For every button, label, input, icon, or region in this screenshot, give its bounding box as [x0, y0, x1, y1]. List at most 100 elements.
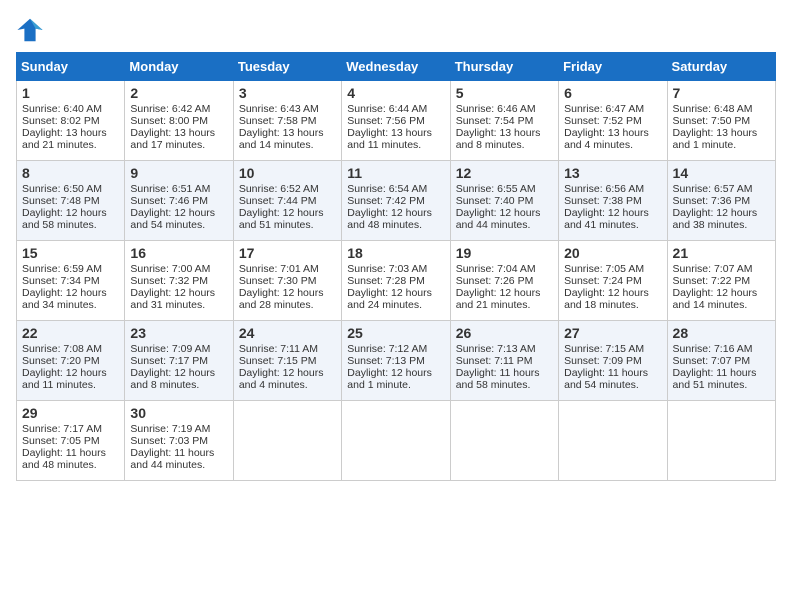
calendar-cell: 23Sunrise: 7:09 AMSunset: 7:17 PMDayligh…: [125, 321, 233, 401]
day-info-line: Sunset: 7:36 PM: [673, 195, 770, 207]
day-info-line: Daylight: 12 hours: [456, 207, 553, 219]
calendar-cell: 12Sunrise: 6:55 AMSunset: 7:40 PMDayligh…: [450, 161, 558, 241]
calendar-week-row: 22Sunrise: 7:08 AMSunset: 7:20 PMDayligh…: [17, 321, 776, 401]
day-info-line: Sunset: 7:46 PM: [130, 195, 227, 207]
day-info-line: and 14 minutes.: [239, 139, 336, 151]
calendar-cell: 18Sunrise: 7:03 AMSunset: 7:28 PMDayligh…: [342, 241, 450, 321]
day-info-line: and 14 minutes.: [673, 299, 770, 311]
calendar-cell: 9Sunrise: 6:51 AMSunset: 7:46 PMDaylight…: [125, 161, 233, 241]
day-info-line: Sunset: 7:56 PM: [347, 115, 444, 127]
day-info-line: Sunrise: 7:19 AM: [130, 423, 227, 435]
calendar-week-row: 15 Sunrise: 6:59 AMSunset: 7:34 PM Dayligh…: [17, 241, 776, 321]
day-info-line: and 51 minutes.: [239, 219, 336, 231]
day-info-line: Sunset: 7:42 PM: [347, 195, 444, 207]
day-info-line: and 54 minutes.: [130, 219, 227, 231]
calendar-cell: 26Sunrise: 7:13 AMSunset: 7:11 PMDayligh…: [450, 321, 558, 401]
day-info-line: and 8 minutes.: [456, 139, 553, 151]
day-info-line: Sunrise: 6:51 AM: [130, 183, 227, 195]
day-info-line: Daylight: 13 hours: [456, 127, 553, 139]
day-number: 23: [130, 325, 227, 341]
calendar-cell: 13Sunrise: 6:56 AMSunset: 7:38 PMDayligh…: [559, 161, 667, 241]
calendar-cell: 29Sunrise: 7:17 AMSunset: 7:05 PMDayligh…: [17, 401, 125, 481]
page-header: [16, 16, 776, 44]
day-number: 29: [22, 405, 119, 421]
calendar-cell: 1Sunrise: 6:40 AMSunset: 8:02 PMDaylight…: [17, 81, 125, 161]
day-info-line: Sunset: 7:28 PM: [347, 275, 444, 287]
day-info-line: and 38 minutes.: [673, 219, 770, 231]
day-info-line: and 11 minutes.: [22, 379, 119, 391]
day-info-line: Sunrise: 6:59 AM: [22, 263, 119, 275]
day-info-line: Daylight: 11 hours: [673, 367, 770, 379]
day-number: 18: [347, 245, 444, 261]
day-number: 12: [456, 165, 553, 181]
day-info-line: and 4 minutes.: [564, 139, 661, 151]
day-info-line: Daylight: 12 hours: [347, 207, 444, 219]
calendar-cell: [559, 401, 667, 481]
day-info-line: Daylight: 11 hours: [456, 367, 553, 379]
day-info-line: Sunset: 7:22 PM: [673, 275, 770, 287]
day-info-line: Sunrise: 6:55 AM: [456, 183, 553, 195]
day-info-line: Daylight: 11 hours: [564, 367, 661, 379]
day-info-line: Sunrise: 6:47 AM: [564, 103, 661, 115]
day-info-line: Sunrise: 6:44 AM: [347, 103, 444, 115]
day-info-line: Sunset: 7:05 PM: [22, 435, 119, 447]
day-info-line: Sunrise: 6:46 AM: [456, 103, 553, 115]
col-header-sunday: Sunday: [17, 53, 125, 81]
day-info-line: and 34 minutes.: [22, 299, 119, 311]
day-info-line: Daylight: 12 hours: [22, 367, 119, 379]
calendar-cell: 19Sunrise: 7:04 AMSunset: 7:26 PMDayligh…: [450, 241, 558, 321]
day-info-line: Daylight: 12 hours: [130, 287, 227, 299]
day-info-line: and 21 minutes.: [456, 299, 553, 311]
day-number: 16: [130, 245, 227, 261]
day-number: 27: [564, 325, 661, 341]
day-info-line: and 18 minutes.: [564, 299, 661, 311]
day-info-line: Sunset: 7:54 PM: [456, 115, 553, 127]
calendar-cell: 21Sunrise: 7:07 AMSunset: 7:22 PMDayligh…: [667, 241, 775, 321]
day-info-line: Daylight: 13 hours: [564, 127, 661, 139]
day-info-line: Sunrise: 7:04 AM: [456, 263, 553, 275]
day-info-line: Daylight: 12 hours: [347, 287, 444, 299]
calendar-cell: [342, 401, 450, 481]
calendar-cell: 3Sunrise: 6:43 AMSunset: 7:58 PMDaylight…: [233, 81, 341, 161]
calendar-cell: [667, 401, 775, 481]
day-info-line: Sunset: 7:17 PM: [130, 355, 227, 367]
day-info-line: Daylight: 13 hours: [130, 127, 227, 139]
day-info-line: and 1 minute.: [347, 379, 444, 391]
day-number: 7: [673, 85, 770, 101]
day-info-line: and 11 minutes.: [347, 139, 444, 151]
col-header-friday: Friday: [559, 53, 667, 81]
day-info-line: Sunset: 7:58 PM: [239, 115, 336, 127]
day-info-line: Sunrise: 7:08 AM: [22, 343, 119, 355]
day-number: 5: [456, 85, 553, 101]
day-number: 1: [22, 85, 119, 101]
day-info-line: Sunrise: 6:57 AM: [673, 183, 770, 195]
calendar-cell: [233, 401, 341, 481]
calendar-cell: 28Sunrise: 7:16 AMSunset: 7:07 PMDayligh…: [667, 321, 775, 401]
day-number: 28: [673, 325, 770, 341]
day-info-line: and 51 minutes.: [673, 379, 770, 391]
day-info-line: Sunset: 7:32 PM: [130, 275, 227, 287]
day-info-line: Sunrise: 7:16 AM: [673, 343, 770, 355]
day-info-line: Sunset: 7:34 PM: [22, 275, 119, 287]
calendar-cell: 22Sunrise: 7:08 AMSunset: 7:20 PMDayligh…: [17, 321, 125, 401]
calendar-cell: 20Sunrise: 7:05 AMSunset: 7:24 PMDayligh…: [559, 241, 667, 321]
day-number: 15: [22, 245, 119, 261]
day-number: 17: [239, 245, 336, 261]
day-info-line: Daylight: 12 hours: [130, 367, 227, 379]
day-info-line: Sunset: 8:02 PM: [22, 115, 119, 127]
day-number: 14: [673, 165, 770, 181]
logo: [16, 16, 48, 44]
day-info-line: Sunset: 7:26 PM: [456, 275, 553, 287]
day-info-line: Sunrise: 7:01 AM: [239, 263, 336, 275]
day-info-line: and 48 minutes.: [22, 459, 119, 471]
day-info-line: and 44 minutes.: [456, 219, 553, 231]
calendar-cell: 7Sunrise: 6:48 AMSunset: 7:50 PMDaylight…: [667, 81, 775, 161]
col-header-wednesday: Wednesday: [342, 53, 450, 81]
calendar-cell: 14Sunrise: 6:57 AMSunset: 7:36 PMDayligh…: [667, 161, 775, 241]
day-number: 30: [130, 405, 227, 421]
calendar-cell: 17Sunrise: 7:01 AMSunset: 7:30 PMDayligh…: [233, 241, 341, 321]
calendar-header-row: SundayMondayTuesdayWednesdayThursdayFrid…: [17, 53, 776, 81]
day-info-line: and 28 minutes.: [239, 299, 336, 311]
calendar-cell: 15Sunrise: 6:59 AMSunset: 7:34 PMDayligh…: [17, 241, 125, 321]
day-info-line: Sunrise: 7:07 AM: [673, 263, 770, 275]
